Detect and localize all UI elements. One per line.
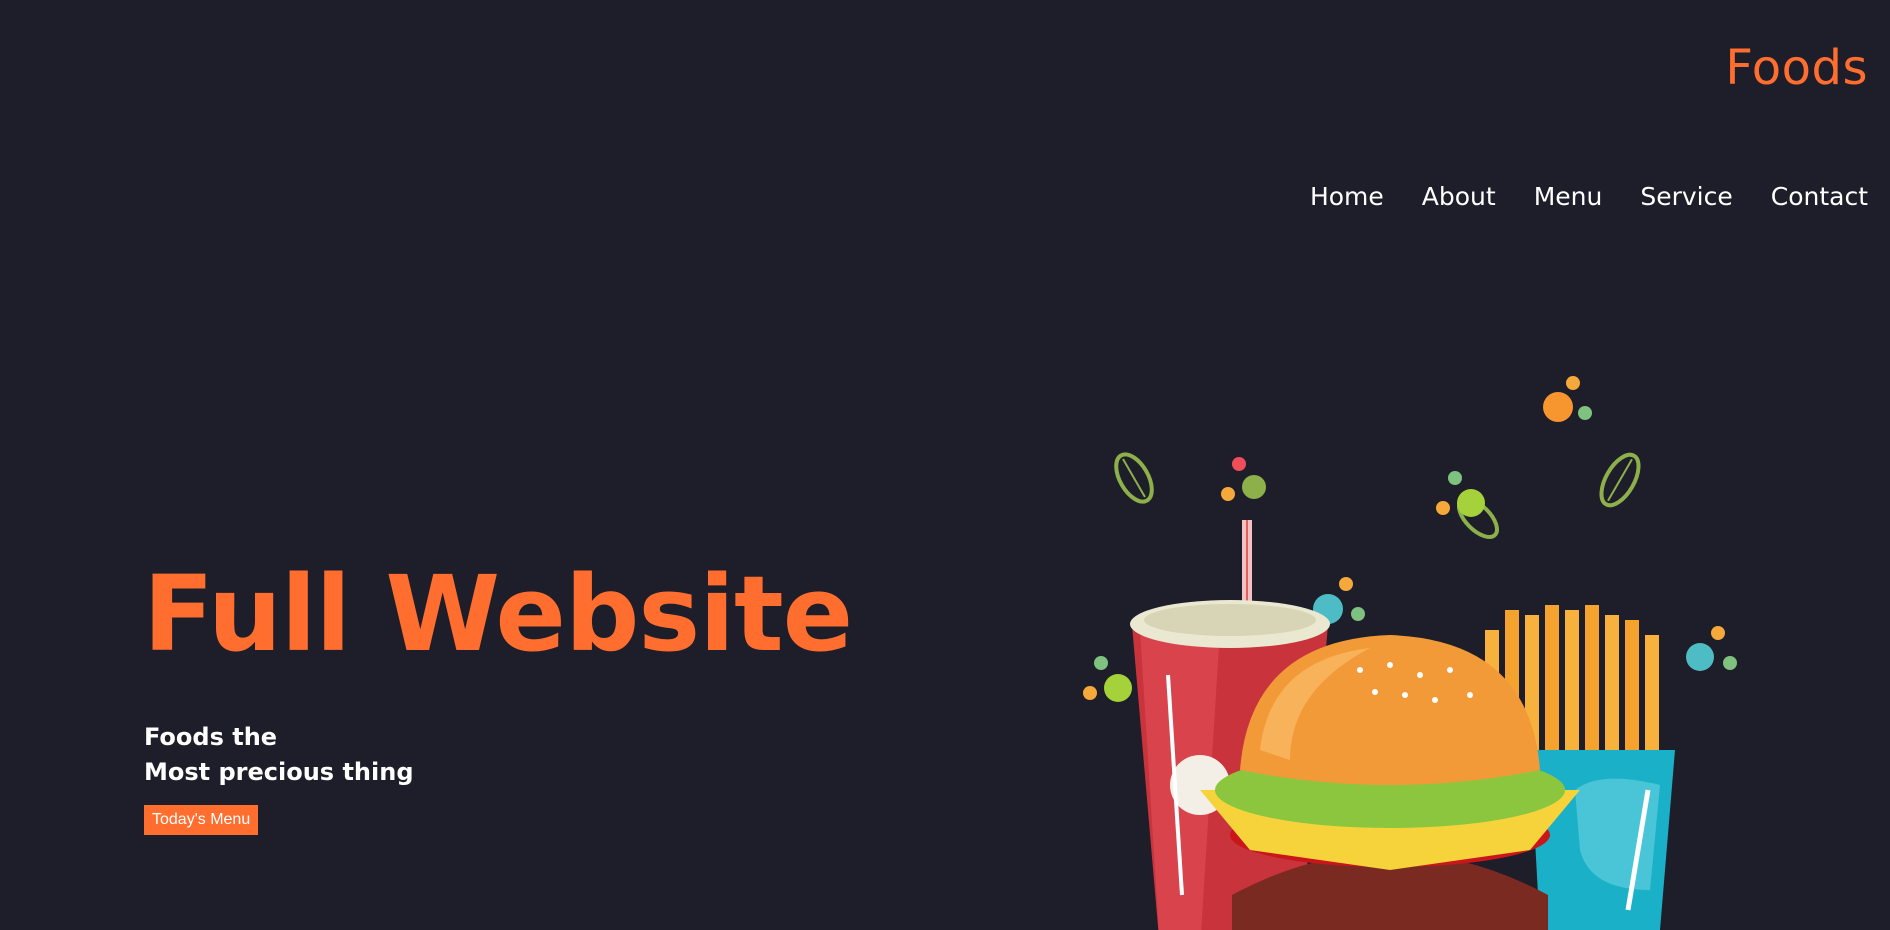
food-illustration [1083, 376, 1737, 930]
hero-title: Full Website [143, 553, 853, 675]
nav-service[interactable]: Service [1640, 184, 1732, 209]
logo[interactable]: Foods [1725, 44, 1868, 92]
leaf-icon [1599, 452, 1641, 508]
hero-tagline: Foods the Most precious thing [144, 720, 414, 790]
nav-menu[interactable]: Menu [1534, 184, 1603, 209]
tagline-line-2: Most precious thing [144, 758, 414, 786]
leaf-icon [1114, 452, 1154, 504]
nav-about[interactable]: About [1422, 184, 1496, 209]
nav-home[interactable]: Home [1310, 184, 1384, 209]
main-nav: Home About Menu Service Contact [1310, 184, 1868, 209]
tagline-line-1: Foods the [144, 723, 278, 751]
todays-menu-button[interactable]: Today's Menu [144, 805, 259, 835]
nav-contact[interactable]: Contact [1771, 184, 1868, 209]
